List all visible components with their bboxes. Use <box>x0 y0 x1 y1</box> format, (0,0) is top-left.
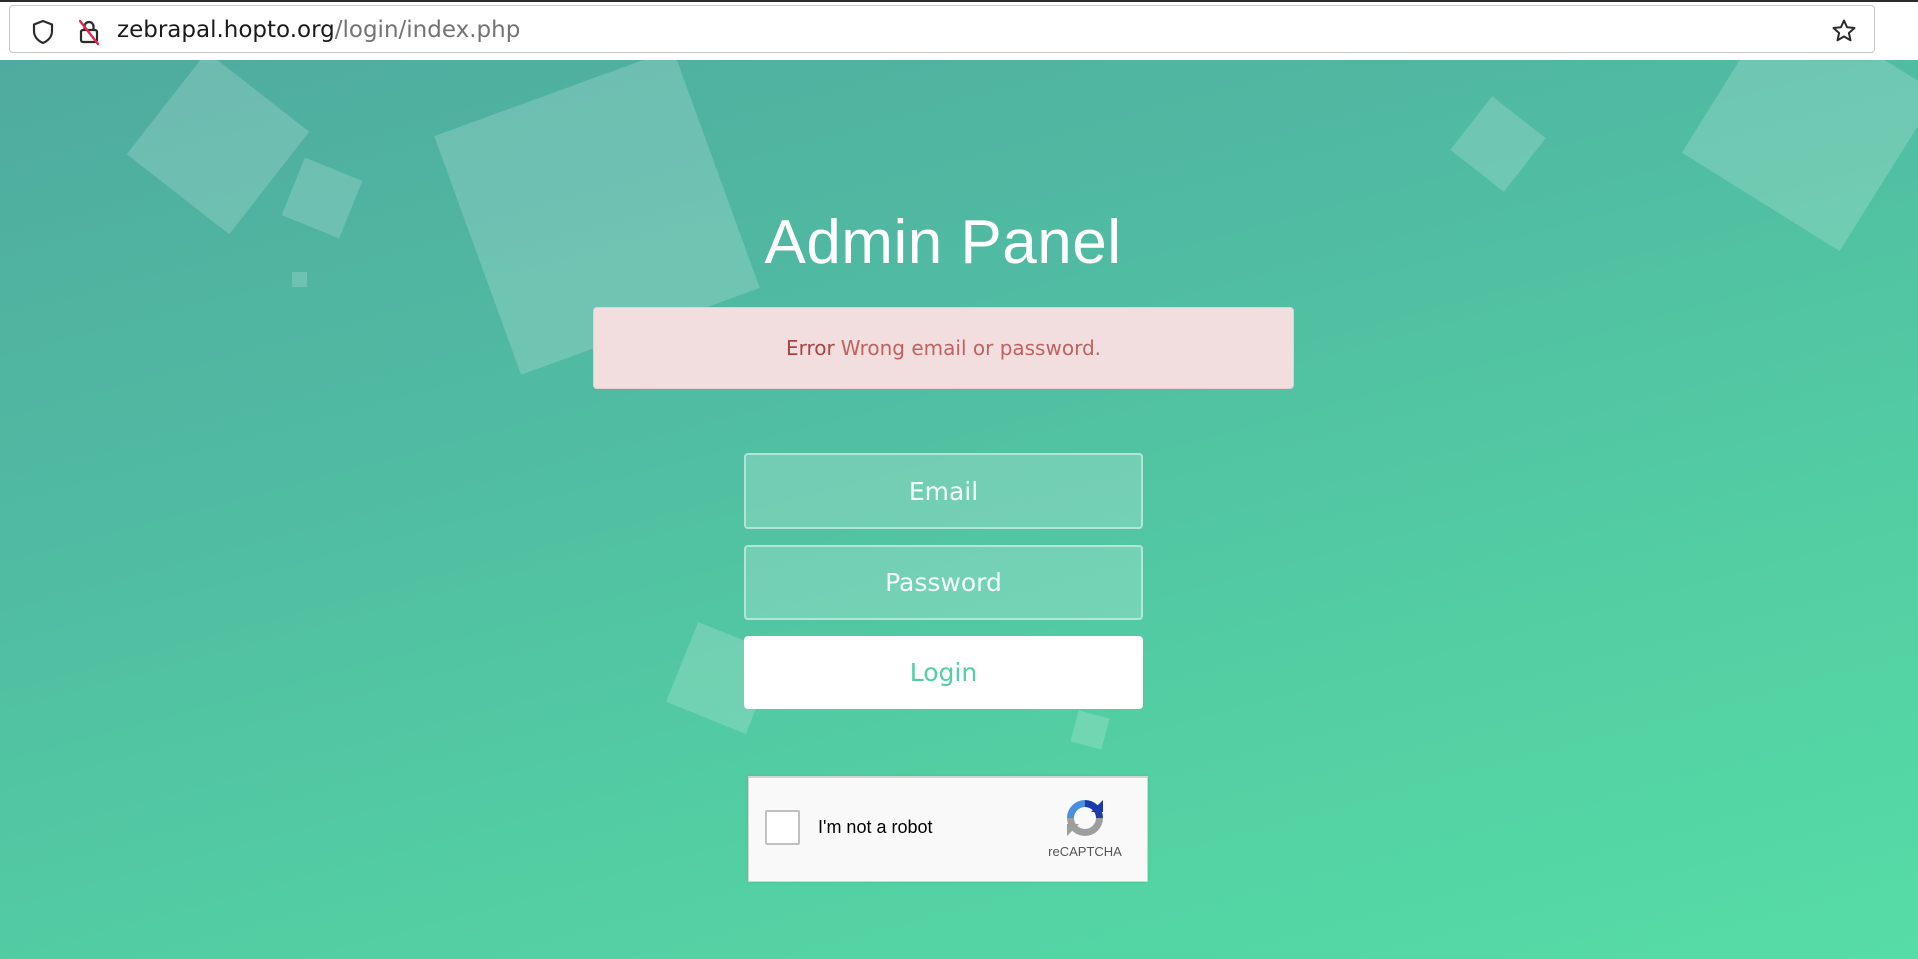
recaptcha-widget: I'm not a robot reCAPTCHA <box>748 776 1148 882</box>
bookmark-star-icon[interactable] <box>1830 17 1858 45</box>
page-title: Admin Panel <box>764 208 1122 277</box>
password-field[interactable] <box>744 545 1143 620</box>
decorative-square <box>1450 96 1546 192</box>
url-text[interactable]: zebrapal.hopto.org/login/index.php <box>117 16 520 44</box>
recaptcha-label: I'm not a robot <box>818 817 933 837</box>
email-field[interactable] <box>744 453 1143 529</box>
recaptcha-icon <box>1063 796 1107 840</box>
address-bar[interactable]: zebrapal.hopto.org/login/index.php <box>9 5 1875 53</box>
url-path: /login/index.php <box>334 17 521 43</box>
shield-icon[interactable] <box>30 19 56 45</box>
recaptcha-checkbox[interactable] <box>765 810 800 845</box>
error-message: Wrong email or password. <box>840 336 1101 360</box>
error-alert: Error Wrong email or password. <box>593 307 1294 389</box>
login-page: Admin Panel Error Wrong email or passwor… <box>0 60 1918 959</box>
insecure-lock-icon[interactable] <box>76 18 102 46</box>
browser-toolbar: zebrapal.hopto.org/login/index.php <box>0 0 1918 60</box>
decorative-square <box>1070 710 1110 750</box>
recaptcha-brand: reCAPTCHA <box>1048 844 1122 859</box>
error-label: Error <box>785 336 835 360</box>
url-host: zebrapal.hopto.org <box>117 17 335 43</box>
login-button[interactable]: Login <box>744 636 1143 709</box>
